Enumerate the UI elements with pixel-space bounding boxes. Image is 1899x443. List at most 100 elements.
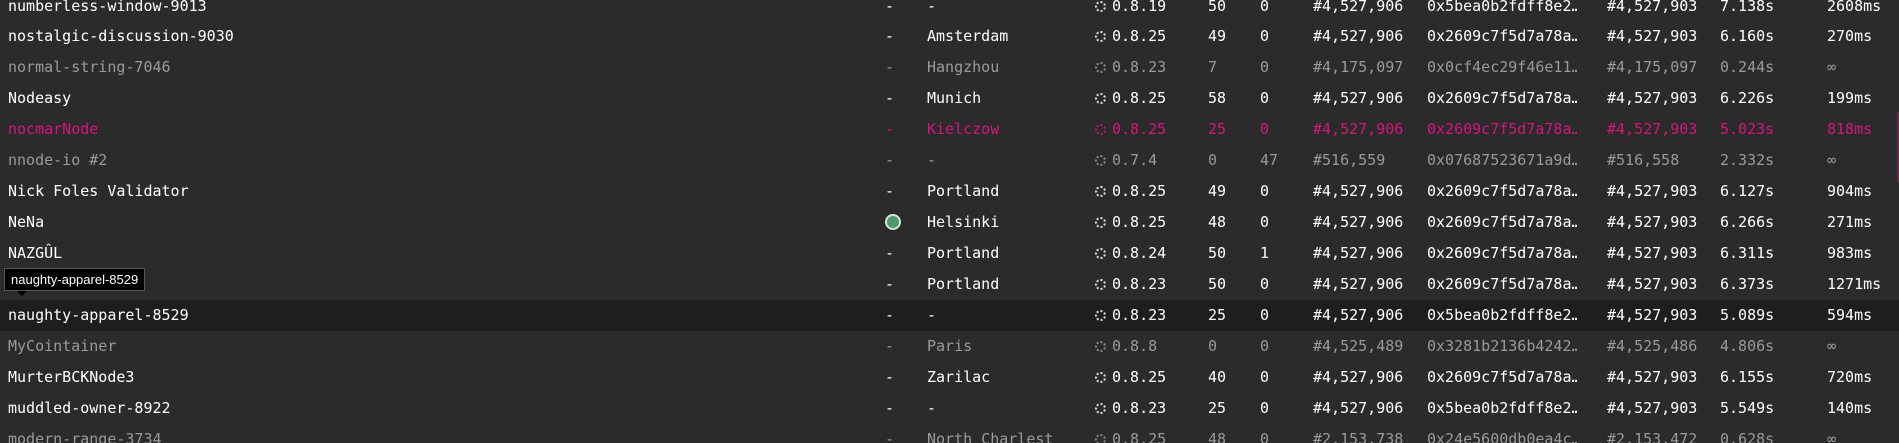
table-row[interactable]: muddled-owner-8922 - - 0.8.23 25 0 #4,52… <box>0 393 1899 424</box>
node-name: Nick Foles Validator <box>8 182 189 200</box>
node-city: Portland <box>927 182 1000 200</box>
pending-txs: 0 <box>1260 213 1270 231</box>
table-row[interactable]: nostalgic-discussion-9030 - Amsterdam 0.… <box>0 21 1899 52</box>
best-block: #4,175,097 <box>1313 58 1404 76</box>
version-icon <box>1095 93 1106 104</box>
pending-txs: 0 <box>1260 306 1270 324</box>
block-hash: 0x3281b2136b4242… <box>1427 337 1577 355</box>
block-hash: 0x5bea0b2fdff8e2… <box>1427 306 1577 324</box>
node-name: MurterBCKNode3 <box>8 368 135 386</box>
propagation-time: ∞ <box>1827 337 1837 355</box>
best-block: #4,527,906 <box>1313 27 1404 45</box>
node-version: 0.8.8 <box>1095 331 1205 362</box>
propagation-time: 271ms <box>1827 213 1873 231</box>
pending-txs: 1 <box>1260 244 1270 262</box>
node-name: NAZGÛL <box>8 244 63 262</box>
table-row[interactable]: normal-string-7046 - Hangzhou 0.8.23 7 0… <box>0 52 1899 83</box>
version-icon <box>1095 279 1106 290</box>
pending-txs: 0 <box>1260 27 1270 45</box>
finalized-block: #4,527,903 <box>1607 182 1698 200</box>
node-version: 0.8.23 <box>1095 393 1205 424</box>
block-time: 2.332s <box>1720 151 1775 169</box>
finalized-block: #516,558 <box>1607 151 1680 169</box>
table-row[interactable]: nnode-io #2 - - 0.7.4 0 47 #516,559 0x07… <box>0 145 1899 176</box>
node-version: 0.7.4 <box>1095 145 1205 176</box>
node-peers: - <box>885 89 895 107</box>
finalized-block: #4,527,903 <box>1607 89 1698 107</box>
best-block: #516,559 <box>1313 151 1386 169</box>
propagation-time: 2608ms <box>1827 0 1882 15</box>
node-city: - <box>927 399 937 417</box>
block-hash: 0x5bea0b2fdff8e2… <box>1427 399 1577 417</box>
finalized-block: #2,153,472 <box>1607 430 1698 443</box>
table-row-hovered[interactable]: naughty-apparel-8529 - - 0.8.23 25 0 #4,… <box>0 300 1899 331</box>
block-hash: 0x07687523671a9d… <box>1427 151 1577 169</box>
block-hash: 0x2609c7f5d7a78a… <box>1427 120 1577 138</box>
finalized-block: #4,527,903 <box>1607 120 1698 138</box>
node-city: - <box>927 0 937 15</box>
version-icon <box>1095 310 1106 321</box>
pending-txs: 0 <box>1260 368 1270 386</box>
node-name: NeNa <box>8 213 45 231</box>
table-row[interactable]: Nick Foles Validator - Portland 0.8.25 4… <box>0 176 1899 207</box>
node-name: nnode-io #2 <box>8 151 108 169</box>
table-row[interactable]: NeNa Helsinki 0.8.25 48 0 #4,527,906 0x2… <box>0 207 1899 238</box>
node-version: 0.8.23 <box>1095 300 1205 331</box>
best-block: #4,527,906 <box>1313 399 1404 417</box>
propagation-time: ∞ <box>1827 58 1837 76</box>
peer-count: 25 <box>1208 399 1227 417</box>
node-peers: - <box>885 306 895 324</box>
version-icon <box>1095 434 1106 443</box>
propagation-time: 199ms <box>1827 89 1873 107</box>
node-name-tooltip: naughty-apparel-8529 <box>4 268 146 296</box>
table-row[interactable]: MyCointainer - Paris 0.8.8 0 0 #4,525,48… <box>0 331 1899 362</box>
node-city: Amsterdam <box>927 27 1009 45</box>
version-icon <box>1095 186 1106 197</box>
node-peers: - <box>885 368 895 386</box>
block-time: 5.549s <box>1720 399 1775 417</box>
node-peers: - <box>885 399 895 417</box>
version-icon <box>1095 31 1106 42</box>
node-version: 0.8.25 <box>1095 114 1205 145</box>
table-row[interactable]: numberless-window-9013 - - 0.8.19 50 0 #… <box>0 0 1899 22</box>
version-icon <box>1095 62 1106 73</box>
block-time: 6.373s <box>1720 275 1775 293</box>
block-hash: 0x2609c7f5d7a78a… <box>1427 213 1577 231</box>
node-peers: - <box>885 0 895 15</box>
pending-txs: 0 <box>1260 399 1270 417</box>
pending-txs: 0 <box>1260 58 1270 76</box>
pending-txs: 0 <box>1260 337 1270 355</box>
node-version: 0.8.25 <box>1095 207 1205 238</box>
node-name: Nodeasy <box>8 89 72 107</box>
table-row[interactable]: - Portland 0.8.23 50 0 #4,527,906 0x2609… <box>0 269 1899 300</box>
node-city: Portland <box>927 275 1000 293</box>
node-city: Paris <box>927 337 973 355</box>
block-hash: 0x24e5600db0ea4c… <box>1427 430 1577 443</box>
finalized-block: #4,527,903 <box>1607 0 1698 15</box>
node-city: North Charlest <box>927 430 1054 443</box>
pending-txs: 47 <box>1260 151 1279 169</box>
node-peers: - <box>885 337 895 355</box>
block-time: 6.127s <box>1720 182 1775 200</box>
table-row-pinned[interactable]: nocmarNode - Kielczow 0.8.25 25 0 #4,527… <box>0 112 1899 182</box>
node-name: naughty-apparel-8529 <box>8 306 189 324</box>
node-peers: - <box>885 120 895 138</box>
node-name: muddled-owner-8922 <box>8 399 171 417</box>
finalized-block: #4,527,903 <box>1607 213 1698 231</box>
version-icon <box>1095 1 1106 12</box>
table-row[interactable]: modern-range-3734 - North Charlest 0.8.2… <box>0 424 1899 443</box>
table-row[interactable]: NAZGÛL - Portland 0.8.24 50 1 #4,527,906… <box>0 238 1899 269</box>
node-city: - <box>927 306 937 324</box>
node-version: 0.8.25 <box>1095 21 1205 52</box>
table-row[interactable]: Nodeasy - Munich 0.8.25 58 0 #4,527,906 … <box>0 83 1899 114</box>
block-time: 5.023s <box>1720 120 1775 138</box>
node-peers: - <box>885 27 895 45</box>
node-peers: - <box>885 151 895 169</box>
pending-txs: 0 <box>1260 430 1270 443</box>
version-icon <box>1095 248 1106 259</box>
block-hash: 0x2609c7f5d7a78a… <box>1427 182 1577 200</box>
node-version: 0.8.25 <box>1095 362 1205 393</box>
node-city: Kielczow <box>927 120 1000 138</box>
peer-count: 49 <box>1208 182 1227 200</box>
table-row[interactable]: MurterBCKNode3 - Zarilac 0.8.25 40 0 #4,… <box>0 362 1899 393</box>
